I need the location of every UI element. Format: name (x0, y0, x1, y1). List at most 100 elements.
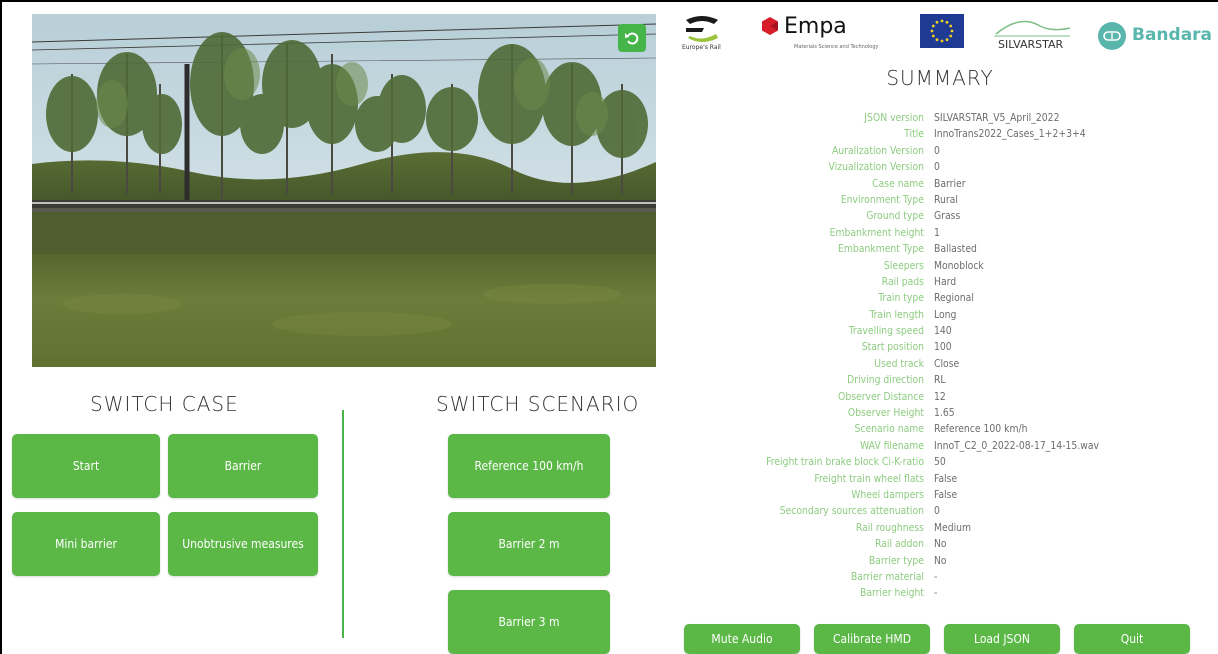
summary-key: Embankment Type (838, 243, 924, 256)
eu-flag-logo (920, 14, 964, 48)
summary-row: Embankment Type Ballasted (686, 241, 1206, 257)
section-divider (342, 410, 344, 638)
case-unobtrusive-measures-button[interactable]: Unobtrusive measures (168, 512, 318, 576)
summary-value: No (934, 554, 947, 567)
summary-row: Vizualization Version 0 (686, 159, 1206, 175)
summary-row: Sleepers Monoblock (686, 258, 1206, 274)
load-json-button[interactable]: Load JSON (944, 624, 1060, 654)
summary-key: Rail addon (875, 538, 924, 551)
summary-value: 0 (934, 144, 940, 157)
summary-value: Grass (934, 210, 961, 223)
summary-value: Regional (934, 292, 974, 305)
summary-value: - (934, 570, 938, 583)
summary-row: Start position 100 (686, 339, 1206, 355)
summary-row: Scenario name Reference 100 km/h (686, 421, 1206, 437)
case-start-button[interactable]: Start (12, 434, 160, 498)
summary-row: Rail addon No (686, 536, 1206, 552)
scene-viewport[interactable] (32, 14, 656, 367)
summary-value: RL (934, 374, 946, 387)
summary-row: JSON version SILVARSTAR_V5_April_2022 (686, 110, 1206, 126)
summary-row: WAV filename InnoT_C2_0_2022-08-17_14-15.… (686, 438, 1206, 454)
case-barrier-button[interactable]: Barrier (168, 434, 318, 498)
summary-row: Ground type Grass (686, 208, 1206, 224)
summary-key: Rail pads (881, 275, 924, 288)
scenario-barrier-3m-button[interactable]: Barrier 3 m (448, 590, 610, 654)
summary-row: Secondary sources attenuation 0 (686, 503, 1206, 519)
summary-row: Barrier height - (686, 585, 1206, 601)
summary-value: False (934, 488, 958, 501)
switch-case-title: SWITCH CASE (90, 392, 239, 416)
summary-key: Driving direction (847, 374, 924, 387)
summary-key: Barrier height (859, 587, 924, 600)
eu-stars-icon (930, 19, 954, 43)
bandara-text: Bandara (1132, 25, 1213, 45)
summary-value: SILVARSTAR_V5_April_2022 (934, 112, 1060, 124)
summary-value: Barrier (934, 177, 966, 190)
summary-value: 1 (934, 226, 940, 239)
summary-row: Observer Height 1.65 (686, 405, 1206, 421)
summary-value: 0 (934, 505, 940, 518)
quit-button[interactable]: Quit (1074, 624, 1190, 654)
silvarstar-text: SILVARSTAR (998, 38, 1064, 51)
summary-row: Auralization Version 0 (686, 143, 1206, 159)
summary-value: 140 (934, 325, 952, 338)
empa-tagline: Materials Science and Technology (794, 44, 879, 50)
summary-value: 100 (934, 341, 952, 354)
summary-row: Freight train wheel flats False (686, 471, 1206, 487)
summary-key: Rail roughness (855, 521, 924, 534)
summary-row: Used track Close (686, 356, 1206, 372)
summary-key: Sleepers (883, 259, 924, 272)
summary-row: Case name Barrier (686, 176, 1206, 192)
summary-value: InnoTrans2022_Cases_1+2+3+4 (934, 128, 1086, 141)
summary-title: SUMMARY (886, 66, 994, 90)
summary-value: Medium (934, 521, 972, 534)
mute-audio-button[interactable]: Mute Audio (684, 624, 800, 654)
summary-key: Barrier type (868, 554, 924, 567)
summary-value: 0 (934, 161, 940, 174)
summary-key: Ground type (866, 210, 924, 223)
summary-value: InnoT_C2_0_2022-08-17_14-15.wav (934, 439, 1099, 452)
case-mini-barrier-button[interactable]: Mini barrier (12, 512, 160, 576)
summary-key: Vizualization Version (828, 161, 924, 174)
summary-row: Embankment height 1 (686, 225, 1206, 241)
europes-rail-logo: Europe's Rail (682, 14, 738, 54)
empa-hexagon-icon (762, 17, 778, 35)
summary-key: Observer Height (847, 407, 924, 420)
summary-value: No (934, 538, 947, 551)
calibrate-hmd-button[interactable]: Calibrate HMD (814, 624, 930, 654)
summary-key: Embankment height (829, 226, 924, 239)
summary-value: Ballasted (934, 243, 977, 256)
silvarstar-logo: SILVARSTAR (990, 16, 1080, 56)
europes-rail-text: Europe's Rail (682, 44, 721, 51)
summary-row: Barrier material - (686, 569, 1206, 585)
refresh-icon (625, 32, 639, 45)
summary-value: Close (934, 357, 960, 370)
summary-key: WAV filename (860, 439, 924, 452)
summary-key: Freight train wheel flats (814, 472, 924, 485)
summary-key: Scenario name (854, 423, 925, 436)
summary-value: 50 (934, 456, 946, 469)
summary-value: Hard (934, 275, 957, 288)
switch-scenario-title: SWITCH SCENARIO (436, 392, 640, 416)
reset-view-button[interactable] (618, 24, 646, 52)
empa-name: Empa (784, 14, 847, 39)
summary-key: Train length (869, 308, 924, 321)
summary-value: 1.65 (934, 407, 955, 420)
summary-key: Start position (861, 341, 924, 354)
summary-row: Rail roughness Medium (686, 520, 1206, 536)
scenario-barrier-2m-button[interactable]: Barrier 2 m (448, 512, 610, 576)
silvarstar-wave-icon (994, 20, 1071, 37)
summary-row: Title InnoTrans2022_Cases_1+2+3+4 (686, 126, 1206, 142)
europes-rail-mark (686, 16, 718, 42)
summary-row: Travelling speed 140 (686, 323, 1206, 339)
summary-list: JSON version SILVARSTAR_V5_April_2022 Tit… (686, 110, 1206, 602)
scenario-reference-button[interactable]: Reference 100 km/h (448, 434, 610, 498)
summary-value: Monoblock (934, 259, 984, 272)
summary-value: - (934, 587, 938, 600)
summary-key: Secondary sources attenuation (779, 505, 924, 518)
summary-row: Train type Regional (686, 290, 1206, 306)
summary-key: Used track (874, 357, 924, 370)
bandara-logo: Bandara (1098, 22, 1212, 50)
summary-value: Rural (934, 193, 958, 206)
summary-key: Train type (878, 292, 924, 305)
